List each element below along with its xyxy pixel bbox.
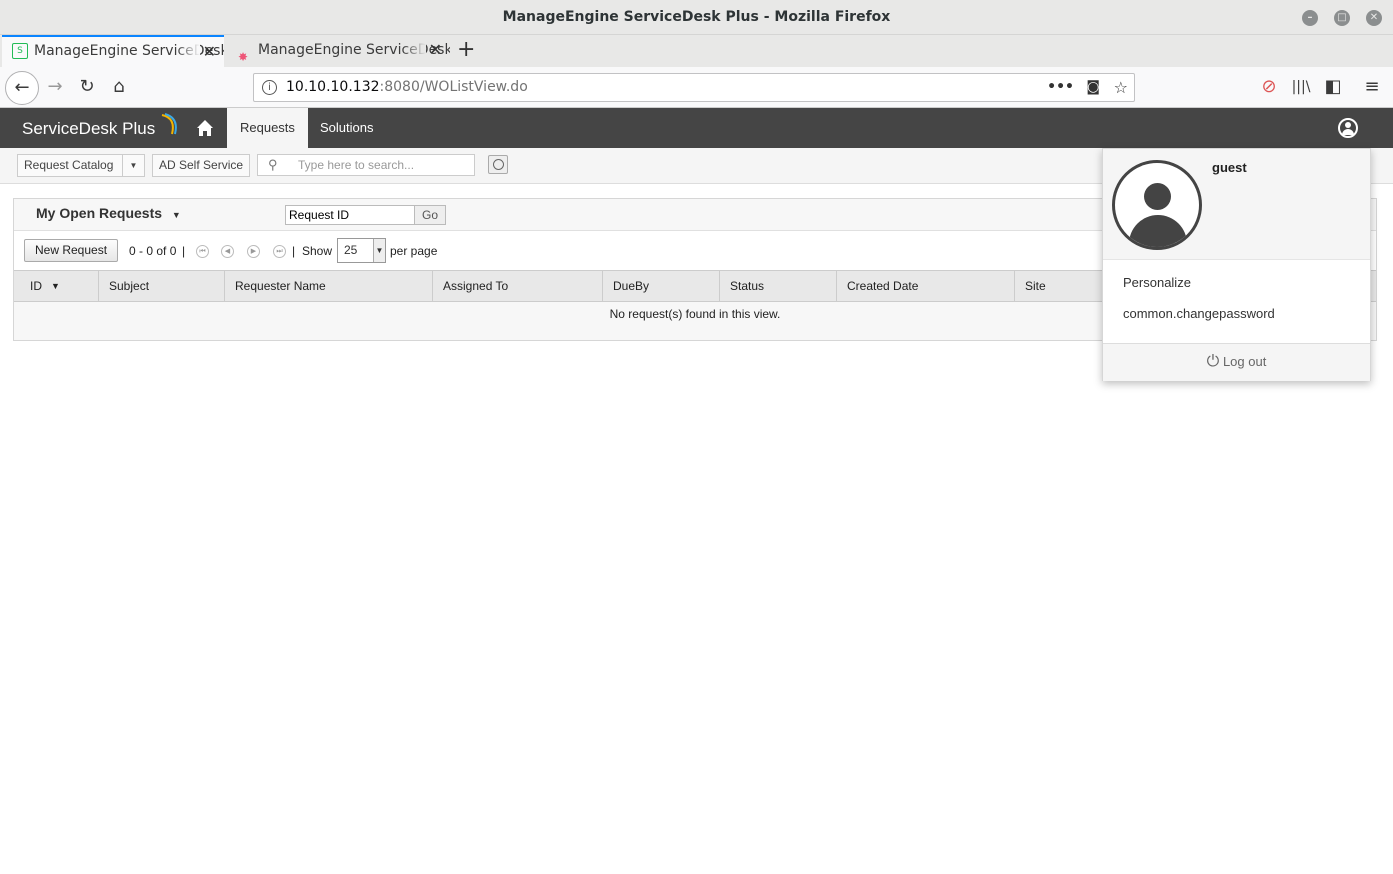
tab-solutions[interactable]: Solutions (307, 108, 386, 148)
favicon-icon: ✸ (238, 50, 249, 64)
chevron-down-icon: ▼ (171, 210, 181, 220)
browser-tabbar: S ManageEngine ServiceDesk Plus ✕ ✸ Mana… (0, 35, 1393, 67)
new-tab-icon[interactable]: + (457, 37, 475, 62)
url-path: :8080/WOListView.do (379, 79, 528, 95)
logo-arc-icon (161, 113, 177, 135)
separator: | (182, 244, 186, 258)
history-icon[interactable] (488, 155, 508, 174)
tab-fade (176, 37, 200, 67)
chevron-down-icon[interactable]: ▼ (122, 155, 144, 176)
per-page-value: 25 (344, 243, 358, 257)
sidebar-icon[interactable]: ◧ (1318, 72, 1348, 102)
window-title: ManageEngine ServiceDesk Plus - Mozilla … (502, 9, 891, 25)
page-actions-icon[interactable]: ••• (1047, 74, 1074, 101)
chevron-down-icon: ▼ (373, 239, 385, 262)
personalize-link[interactable]: Personalize (1123, 275, 1191, 290)
app-header: ServiceDesk Plus Requests Solutions (0, 108, 1393, 148)
column-header-assigned-to[interactable]: Assigned To (433, 271, 603, 301)
avatar (1112, 160, 1202, 250)
minimize-icon[interactable]: – (1302, 10, 1318, 26)
close-window-icon[interactable]: ✕ (1366, 10, 1382, 26)
browser-tab-1[interactable]: S ManageEngine ServiceDesk Plus ✕ (2, 35, 224, 67)
change-password-link[interactable]: common.changepassword (1123, 306, 1275, 321)
separator: | (292, 244, 296, 258)
library-icon[interactable]: |||\ (1286, 72, 1316, 102)
browser-navbar: ← → ↻ ⌂ i 10.10.10.132:8080/WOListView.d… (0, 67, 1393, 108)
addon-icon[interactable]: ⊘ (1254, 72, 1284, 102)
per-page-select[interactable]: 25 ▼ (337, 238, 386, 263)
column-header-created-date[interactable]: Created Date (837, 271, 1015, 301)
power-icon: ⏻ (1206, 353, 1220, 370)
bookmark-star-icon[interactable]: ☆ (1114, 74, 1128, 101)
column-header-status[interactable]: Status (720, 271, 837, 301)
favicon-icon: S (12, 43, 28, 59)
browser-tab-2[interactable]: ✸ ManageEngine ServiceDesk Plus ✕ (226, 35, 450, 67)
record-range: 0 - 0 of 0 (129, 244, 177, 258)
request-id-input[interactable]: Request ID (285, 205, 415, 225)
column-header-subject[interactable]: Subject (99, 271, 225, 301)
view-title: My Open Requests (36, 205, 163, 221)
home-nav-icon[interactable] (194, 117, 216, 139)
view-selector[interactable]: My Open Requests ▼ (36, 199, 181, 229)
next-page-icon[interactable]: ▶ (247, 245, 260, 258)
go-button[interactable]: Go (414, 205, 446, 225)
menu-icon[interactable]: ≡ (1357, 72, 1387, 102)
first-page-icon[interactable]: ⏮ (196, 245, 209, 258)
column-header-id[interactable]: ID ▼ (14, 271, 99, 301)
column-header-requester[interactable]: Requester Name (225, 271, 433, 301)
home-icon[interactable]: ⌂ (104, 72, 134, 102)
reload-icon[interactable]: ↻ (72, 72, 102, 102)
last-page-icon[interactable]: ⏭ (273, 245, 286, 258)
close-tab-icon[interactable]: ✕ (429, 35, 442, 65)
column-label: ID (30, 279, 42, 293)
per-page-label: per page (390, 244, 438, 258)
user-profile-icon[interactable] (1338, 118, 1358, 138)
logout-label: Log out (1222, 354, 1267, 369)
ad-self-service-button[interactable]: AD Self Service (152, 154, 251, 177)
sort-icon: ▼ (51, 281, 60, 291)
show-label: Show (302, 244, 333, 258)
url-host: 10.10.10.132 (286, 79, 380, 95)
tab-fade (402, 35, 426, 67)
prev-page-icon[interactable]: ◀ (221, 245, 234, 258)
close-tab-icon[interactable]: ✕ (203, 37, 216, 66)
info-icon[interactable]: i (262, 80, 277, 95)
url-bar[interactable]: i 10.10.10.132:8080/WOListView.do ••• ◙ … (253, 73, 1135, 102)
pocket-icon[interactable]: ◙ (1086, 74, 1100, 101)
forward-arrow-icon[interactable]: → (40, 72, 70, 102)
app-logo[interactable]: ServiceDesk Plus (22, 108, 155, 148)
logout-button[interactable]: ⏻ Log out (1103, 343, 1370, 381)
search-icon: ⚲ (268, 157, 278, 172)
request-catalog-label: Request Catalog (24, 158, 114, 172)
window-titlebar: ManageEngine ServiceDesk Plus - Mozilla … (0, 0, 1393, 35)
tab-requests[interactable]: Requests (227, 108, 308, 148)
column-header-dueby[interactable]: DueBy (603, 271, 720, 301)
app-logo-text: ServiceDesk Plus (22, 119, 156, 138)
user-menu-header: guest (1103, 149, 1370, 260)
maximize-icon[interactable]: □ (1334, 10, 1350, 26)
new-request-button[interactable]: New Request (24, 239, 119, 262)
back-arrow-icon[interactable]: ← (5, 71, 39, 105)
username: guest (1212, 160, 1247, 175)
search-placeholder: Type here to search... (298, 158, 415, 172)
user-menu-popup: guest Personalize common.changepassword … (1102, 148, 1371, 381)
search-input[interactable]: ⚲ Type here to search... (257, 154, 475, 176)
request-catalog-button[interactable]: Request Catalog ▼ (17, 154, 145, 177)
